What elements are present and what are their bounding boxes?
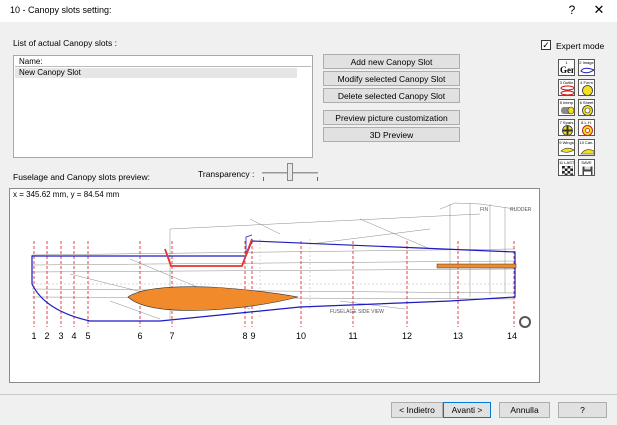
tool-caption: 11 LAST [559,160,575,165]
expert-mode-label: Expert mode [556,41,605,51]
tool-image[interactable]: 2 Image [578,59,595,76]
station-number: 10 [296,331,306,341]
side-view-text: FUSELAGE SIDE VIEW [330,309,384,315]
modify-canopy-slot-button[interactable]: Modify selected Canopy Slot [323,71,460,86]
tool-interpolation[interactable]: 5 Interp [558,99,575,116]
window-title: 10 - Canopy slots setting: [10,5,112,15]
sheeting-icon [582,105,593,115]
station-number: 6 [137,331,142,341]
canopy-slot-list[interactable]: Name: New Canopy Slot [13,55,313,158]
tool-general[interactable]: 1 Gen [558,59,575,76]
tool-canopy[interactable]: 10 Can. [578,139,595,156]
fuselage-drawing: FIN RUDDER FUSELAGE SIDE VIEW 1 2 3 4 5 … [31,202,532,341]
floppy-disk-icon [582,166,593,175]
expert-mode-checkbox[interactable]: ✓ [541,40,551,50]
3d-preview-button[interactable]: 3D Preview [323,127,460,142]
slider-tick [263,177,264,181]
wing-section [127,286,299,311]
checkered-flag-icon [562,166,573,175]
station-number: 4 [71,331,76,341]
station-numbers: 1 2 3 4 5 6 7 8 9 10 11 12 13 14 [31,331,517,341]
tool-formers[interactable]: 4 Form [578,79,595,96]
fuselage-outline [31,234,516,322]
outline-icon [560,85,574,95]
footer-separator [0,394,617,395]
preview-customization-button[interactable]: Preview picture customization [323,110,460,125]
help-title-button[interactable]: ? [565,3,579,17]
station-number: 5 [85,331,90,341]
wing-icon [560,147,574,153]
station-number: 7 [169,331,174,341]
transparency-slider-thumb[interactable] [287,163,293,181]
station-number: 11 [348,331,357,341]
station-number: 14 [507,331,517,341]
tool-outline[interactable]: 3 Outlin [558,79,575,96]
transparency-label: Transparency : [198,169,255,179]
list-item[interactable]: New Canopy Slot [15,68,297,78]
tool-sheeting[interactable]: 6 Sheet [578,99,595,116]
help-button[interactable]: ? [558,402,607,418]
cancel-button[interactable]: Annulla [499,402,550,418]
station-number: 3 [58,331,63,341]
tail-wheel-icon [519,316,531,328]
fuselage-preview[interactable]: x = 345.62 mm, y = 84.54 mm FIN RUDDER F… [9,188,540,383]
station-number: 1 [31,331,36,341]
title-bar: 10 - Canopy slots setting: ? ✕ [0,0,617,22]
fin-text: FIN [480,207,488,213]
interpolation-icon [561,106,574,115]
former-icon [582,85,593,95]
lightening-hole-icon [582,125,593,135]
list-column-header: Name: [15,57,311,67]
station-number: 8 [242,331,247,341]
tool-last[interactable]: 11 LAST [558,159,575,176]
station-number: 13 [453,331,463,341]
tool-save[interactable]: SAVE [578,159,595,176]
tool-caption: SAVE [581,160,592,165]
tool-spars[interactable]: 7 Spars [558,119,575,136]
stabilizer-section [436,263,517,269]
canopy-icon [580,149,594,155]
next-button[interactable]: Avanti > [443,402,491,418]
rudder-text: RUDDER [510,207,532,213]
delete-canopy-slot-button[interactable]: Delete selected Canopy Slot [323,88,460,103]
station-number: 2 [44,331,49,341]
spars-icon [562,125,573,135]
slider-tick [317,177,318,181]
close-button[interactable]: ✕ [592,2,606,18]
station-number: 9 [250,331,255,341]
list-label: List of actual Canopy slots : [13,38,117,48]
dimension-lines [32,239,515,319]
add-canopy-slot-button[interactable]: Add new Canopy Slot [323,54,460,69]
gen-text: Gen [560,65,575,75]
preview-label: Fuselage and Canopy slots preview: [13,172,151,182]
tool-lightening-holes[interactable]: 8 L.H. [578,119,595,136]
station-number: 12 [402,331,412,341]
tool-wings[interactable]: 9 Wings [558,139,575,156]
back-button[interactable]: < Indietro [391,402,443,418]
image-outline-icon [580,67,594,74]
